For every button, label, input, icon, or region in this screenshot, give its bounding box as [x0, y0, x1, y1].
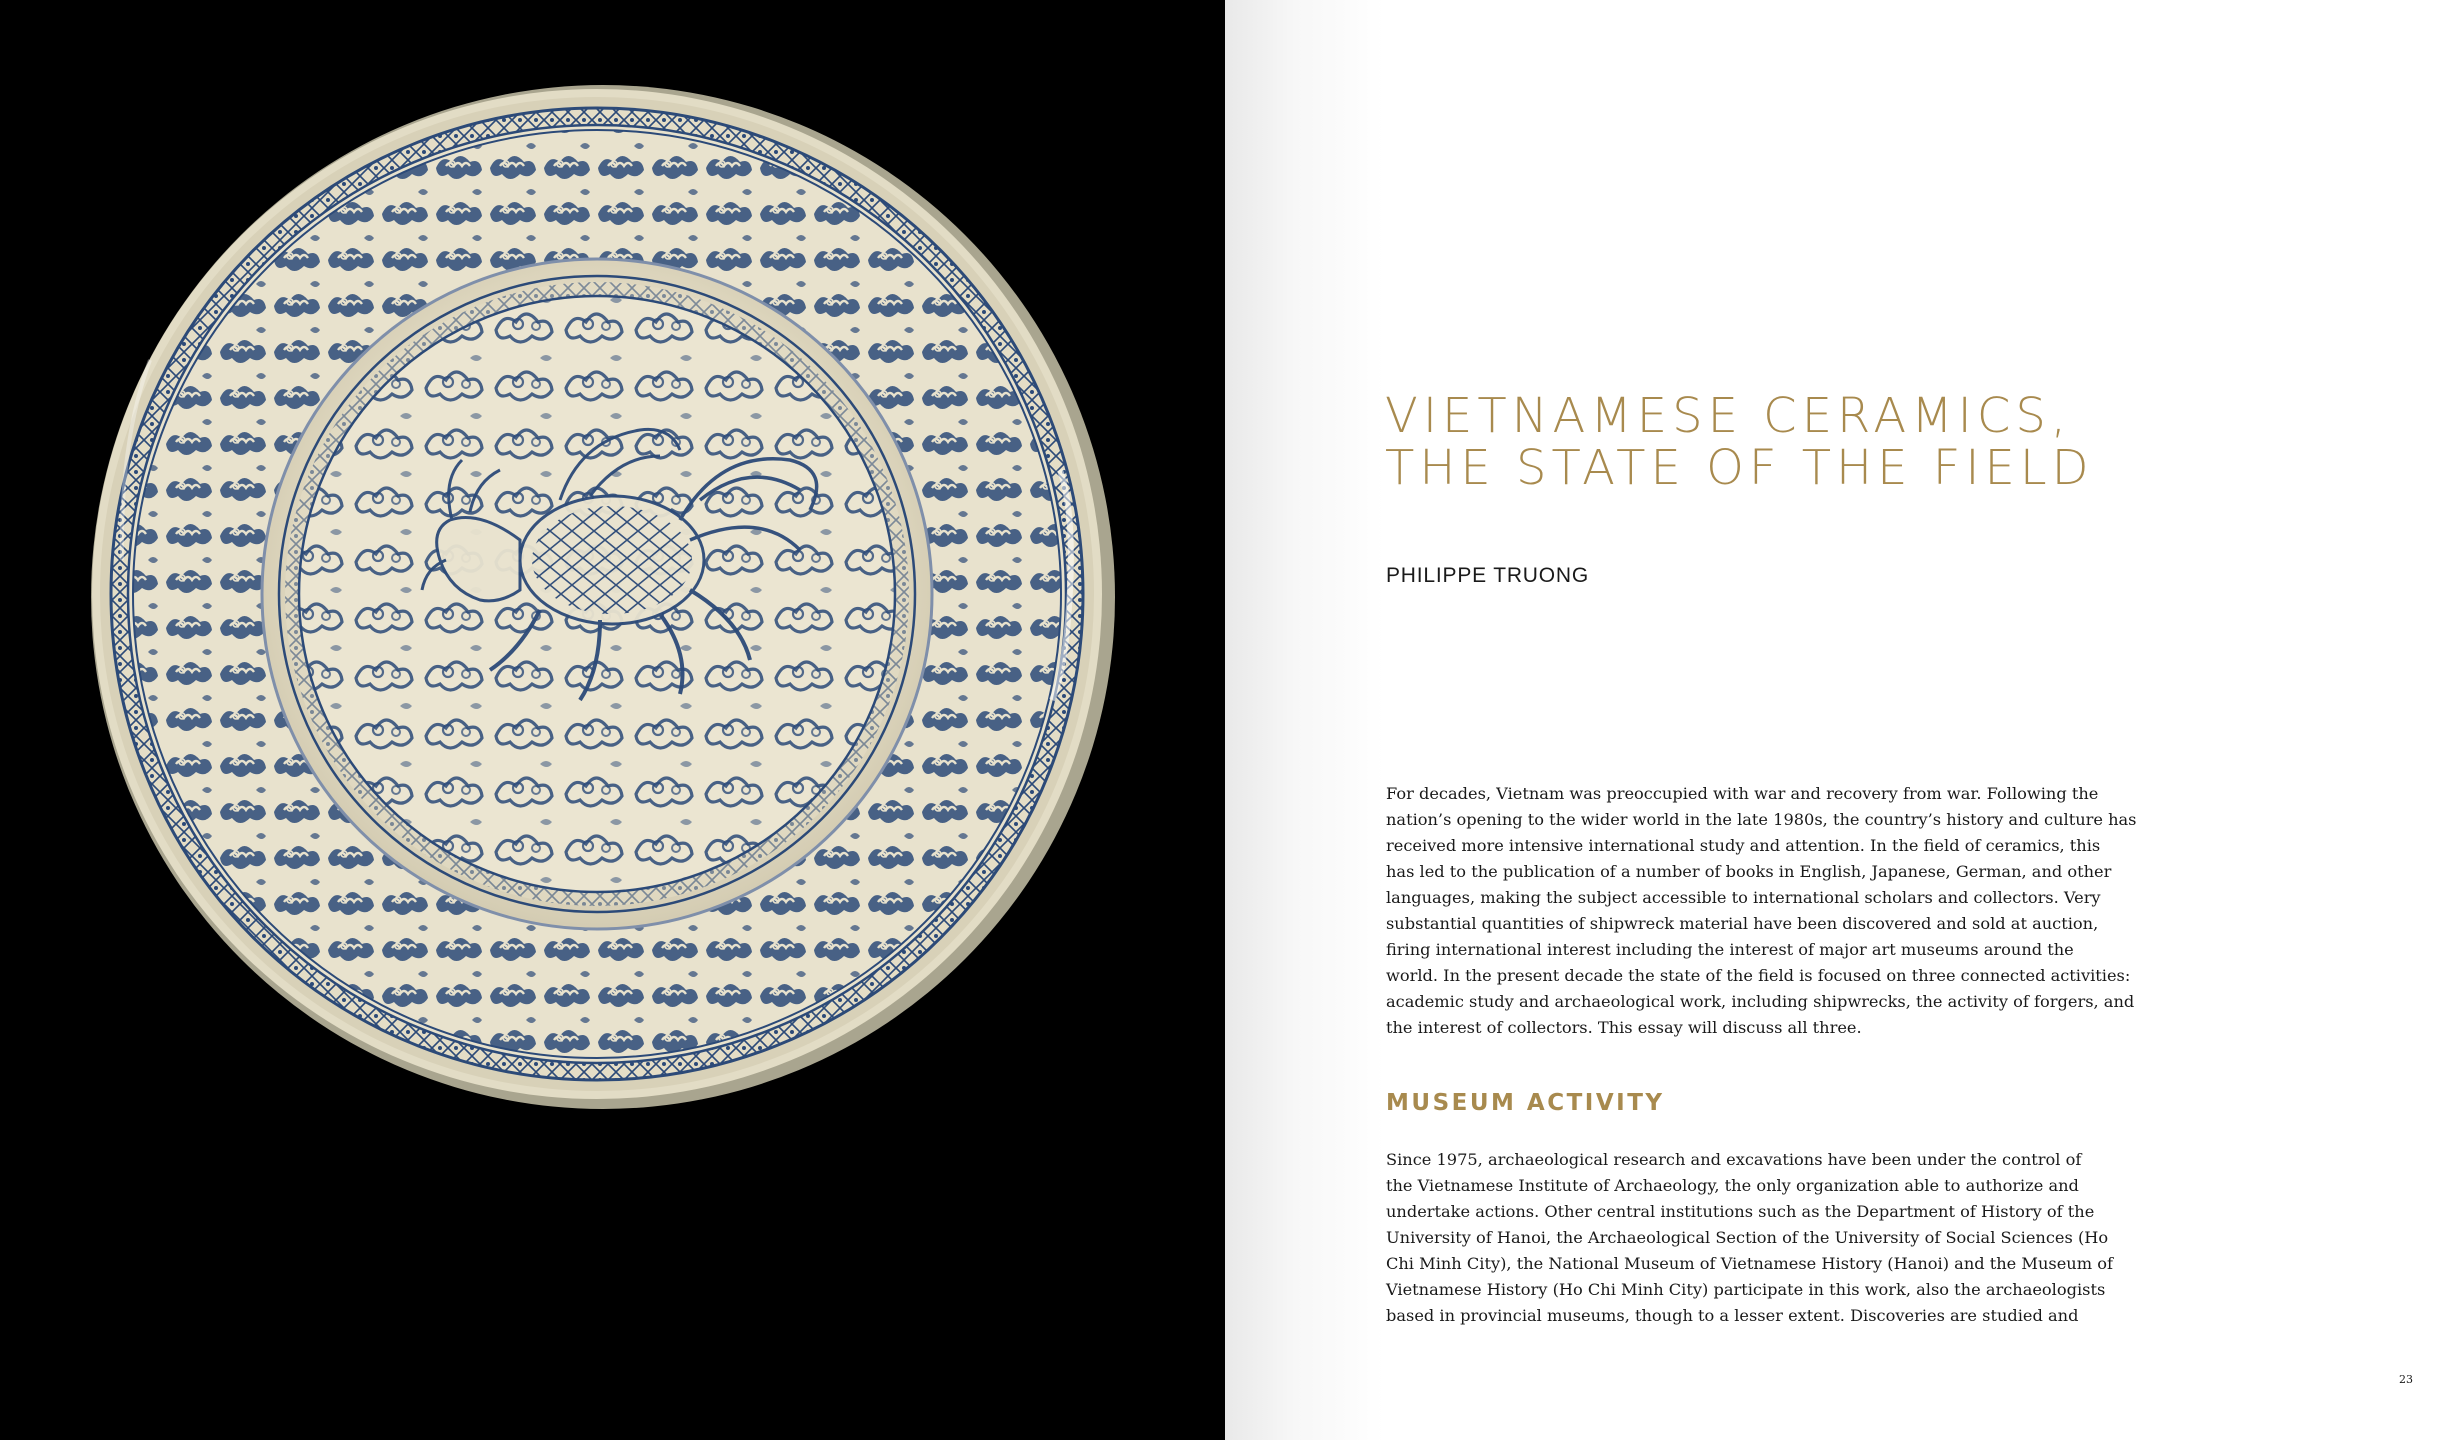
title-line-1: VIETNAMESE CERAMICS,: [1385, 388, 2072, 444]
museum-line: Chi Minh City), the National Museum of V…: [1386, 1254, 2113, 1273]
museum-line: Vietnamese History (Ho Chi Minh City) pa…: [1386, 1280, 2106, 1299]
museum-activity-paragraph: Since 1975, archaeological research and …: [1386, 1147, 2113, 1329]
intro-line: languages, making the subject accessible…: [1386, 888, 2101, 907]
intro-line: nation’s opening to the wider world in t…: [1386, 810, 2137, 829]
intro-line: For decades, Vietnam was preoccupied wit…: [1386, 784, 2099, 803]
photo-page: [0, 0, 1225, 1440]
article-title: VIETNAMESE CERAMICS, THE STATE OF THE FI…: [1385, 390, 2285, 494]
museum-line: based in provincial museums, though to a…: [1386, 1306, 2079, 1325]
museum-line: Since 1975, archaeological research and …: [1386, 1150, 2082, 1169]
museum-line: University of Hanoi, the Archaeological …: [1386, 1228, 2109, 1247]
museum-line: the Vietnamese Institute of Archaeology,…: [1386, 1176, 2079, 1195]
intro-line: the interest of collectors. This essay w…: [1386, 1018, 1862, 1037]
intro-line: academic study and archaeological work, …: [1386, 992, 2135, 1011]
page-number: 23: [2399, 1373, 2413, 1386]
porcelain-dish-image: [91, 85, 1115, 1109]
author-name: PHILIPPE TRUONG: [1386, 564, 1589, 587]
section-heading-museum-activity: MUSEUM ACTIVITY: [1386, 1090, 1665, 1116]
book-spread: VIETNAMESE CERAMICS, THE STATE OF THE FI…: [0, 0, 2448, 1440]
intro-line: world. In the present decade the state o…: [1386, 966, 2131, 985]
museum-line: undertake actions. Other central institu…: [1386, 1202, 2095, 1221]
intro-line: firing international interest including …: [1386, 940, 2074, 959]
intro-line: received more intensive international st…: [1386, 836, 2101, 855]
intro-line: substantial quantities of shipwreck mate…: [1386, 914, 2099, 933]
title-line-2: THE STATE OF THE FIELD: [1385, 440, 2094, 496]
intro-paragraph: For decades, Vietnam was preoccupied wit…: [1386, 781, 2137, 1041]
intro-line: has led to the publication of a number o…: [1386, 862, 2112, 881]
